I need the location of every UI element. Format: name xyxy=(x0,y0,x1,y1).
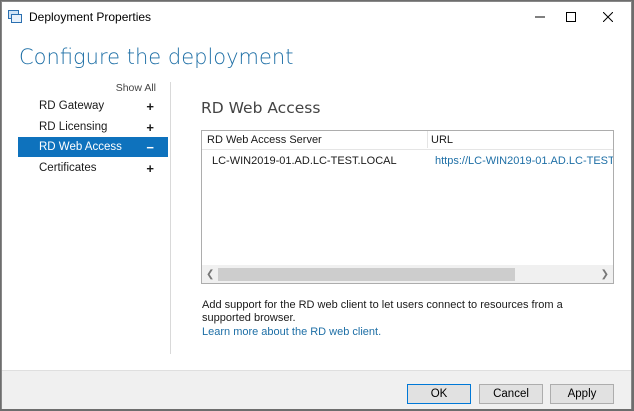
app-icon xyxy=(8,10,22,23)
collapse-icon: − xyxy=(146,139,154,155)
web-access-server-list[interactable]: RD Web Access Server URL LC-WIN2019-01.A… xyxy=(201,130,614,284)
section-title: RD Web Access xyxy=(201,99,321,117)
column-header-server[interactable]: RD Web Access Server xyxy=(207,134,322,146)
sidebar-item-certificates[interactable]: Certificates + xyxy=(18,158,168,178)
learn-more-link[interactable]: Learn more about the RD web client. xyxy=(202,326,381,338)
list-header: RD Web Access Server URL xyxy=(202,131,613,150)
divider xyxy=(170,82,171,354)
column-header-url[interactable]: URL xyxy=(431,134,453,146)
scrollbar-thumb[interactable] xyxy=(218,268,515,281)
minimize-icon xyxy=(535,16,545,18)
close-icon xyxy=(603,12,613,22)
scroll-right-icon[interactable]: ❯ xyxy=(601,269,609,280)
sidebar-item-rd-licensing[interactable]: RD Licensing + xyxy=(18,117,168,137)
cancel-button[interactable]: Cancel xyxy=(479,384,543,404)
expand-icon: + xyxy=(146,160,154,176)
close-button[interactable] xyxy=(585,2,631,32)
apply-button[interactable]: Apply xyxy=(550,384,614,404)
show-all-link[interactable]: Show All xyxy=(116,82,156,94)
ok-button[interactable]: OK xyxy=(407,384,471,404)
sidebar-item-label: RD Web Access xyxy=(39,141,122,153)
scroll-left-icon[interactable]: ❮ xyxy=(206,269,214,280)
url-cell: https://LC-WIN2019-01.AD.LC-TEST.LOCAL xyxy=(435,155,614,167)
column-divider[interactable] xyxy=(427,131,428,148)
sidebar-item-label: RD Licensing xyxy=(39,121,108,133)
sidebar-item-label: RD Gateway xyxy=(39,100,105,112)
server-cell: LC-WIN2019-01.AD.LC-TEST.LOCAL xyxy=(212,155,397,167)
page-title: Configure the deployment xyxy=(19,45,294,69)
sidebar-item-rd-web-access[interactable]: RD Web Access − xyxy=(18,137,168,157)
window-title: Deployment Properties xyxy=(29,10,152,24)
horizontal-scrollbar[interactable]: ❮ ❯ xyxy=(202,265,613,283)
expand-icon: + xyxy=(146,119,154,135)
title-bar: Deployment Properties xyxy=(2,2,631,32)
sidebar-item-label: Certificates xyxy=(39,162,97,174)
maximize-icon xyxy=(566,12,576,22)
sidebar-item-rd-gateway[interactable]: RD Gateway + xyxy=(18,96,168,116)
description-text: Add support for the RD web client to let… xyxy=(202,299,563,324)
deployment-properties-window: Deployment Properties Configure the depl… xyxy=(1,1,632,409)
dialog-footer: OK Cancel Apply xyxy=(2,370,631,409)
expand-icon: + xyxy=(146,98,154,114)
